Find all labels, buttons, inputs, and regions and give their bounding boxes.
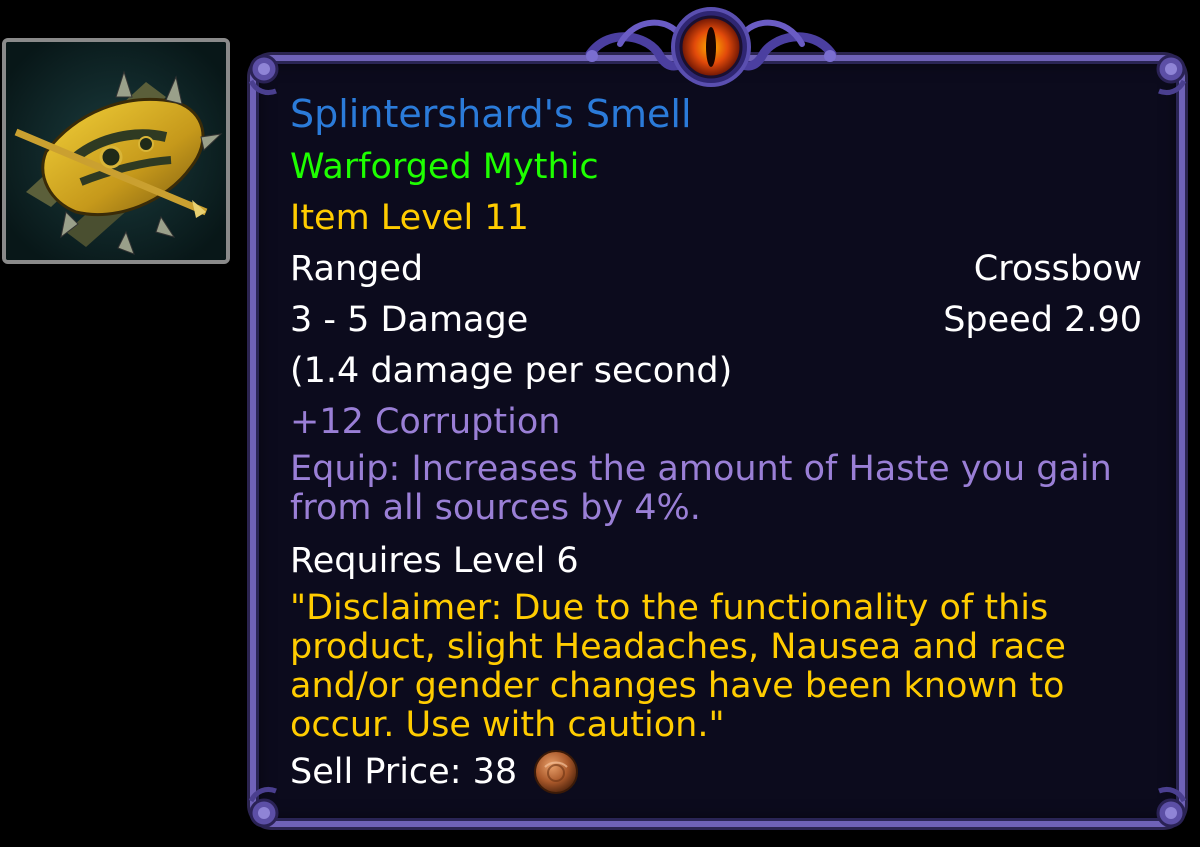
item-dps: (1.4 damage per second): [290, 351, 733, 391]
item-required-level: Requires Level 6: [290, 541, 579, 581]
item-equip-effect: Equip: Increases the amount of Haste you…: [290, 449, 1112, 528]
item-slot: Ranged: [290, 249, 424, 289]
item-level: Item Level 11: [290, 198, 529, 238]
slot-type-row: Ranged Crossbow: [290, 244, 1142, 295]
sell-price-label: Sell Price: 38: [290, 752, 518, 792]
item-speed: Speed 2.90: [943, 300, 1142, 340]
item-quality: Warforged Mythic: [290, 147, 599, 187]
item-name[interactable]: Splintershard's Smell: [290, 86, 1142, 142]
crossbow-icon: [6, 42, 226, 260]
border-ornament-icon: [248, 54, 279, 96]
screen: Splintershard's Smell Warforged Mythic I…: [0, 0, 1200, 847]
item-corruption: +12 Corruption: [290, 402, 561, 442]
item-type: Crossbow: [973, 249, 1142, 289]
sell-price: Sell Price: 38: [290, 749, 1142, 795]
item-icon-frame[interactable]: [2, 38, 230, 264]
border-ornament-icon: [1156, 54, 1187, 96]
border-ornament-icon: [248, 786, 279, 828]
item-damage: 3 - 5 Damage: [290, 300, 529, 340]
corruption-eye-crest-icon: [585, 7, 837, 87]
border-ornament-icon: [1156, 786, 1187, 828]
copper-coin-icon: [534, 750, 579, 794]
damage-speed-row: 3 - 5 Damage Speed 2.90: [290, 295, 1142, 346]
tooltip-content: Splintershard's Smell Warforged Mythic I…: [290, 86, 1142, 795]
item-flavor-text: "Disclaimer: Due to the functionality of…: [290, 588, 1066, 745]
